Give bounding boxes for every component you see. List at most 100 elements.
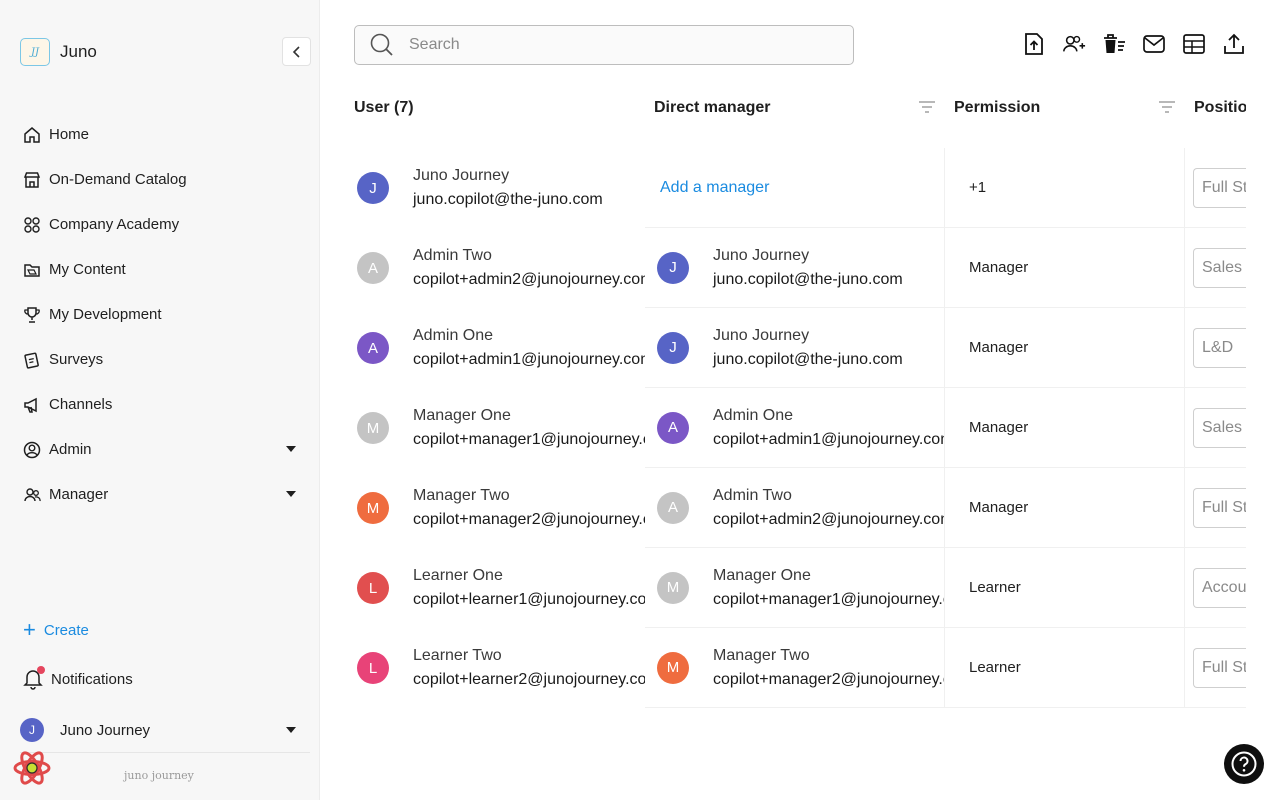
direct-manager-cell[interactable]: J Juno Journey juno.copilot@the-juno.com (645, 308, 945, 388)
create-button[interactable]: + Create (23, 617, 89, 642)
person-email: copilot+learner2@junojourney.com (413, 671, 645, 688)
sidebar-item-label: Home (49, 126, 90, 143)
user-cell[interactable]: A Admin Two copilot+admin2@junojourney.com (357, 228, 645, 308)
table-row[interactable]: M Manager One copilot+manager1@junojourney… (354, 388, 1246, 468)
table-row[interactable]: L Learner One copilot+learner1@junojourney… (354, 548, 1246, 628)
permission-value: Manager (969, 419, 1029, 436)
user-cell[interactable]: L Learner Two copilot+learner2@junojourney… (357, 628, 645, 708)
position-input[interactable]: Full Stack Developer (1193, 487, 1246, 528)
position-input[interactable]: Full Stack Developer (1193, 167, 1246, 208)
table-view-button[interactable] (1182, 31, 1206, 57)
upload-file-button[interactable] (1022, 31, 1046, 57)
permission-cell[interactable]: +1 (945, 148, 1185, 228)
avatar: L (357, 572, 389, 604)
expand-caret-icon[interactable] (286, 491, 296, 497)
user-cell[interactable]: A Admin One copilot+admin1@junojourney.com (357, 308, 645, 388)
sidebar-item-channels[interactable]: Channels (0, 382, 320, 427)
position-input[interactable]: Sales (1193, 247, 1246, 288)
avatar: M (657, 651, 689, 684)
sidebar-item-company-academy[interactable]: Company Academy (0, 202, 320, 247)
person-name: Juno Journey (413, 167, 510, 184)
react-devtools-icon[interactable] (12, 748, 52, 788)
permission-cell[interactable]: Learner (945, 628, 1185, 708)
permission-cell[interactable]: Manager (945, 228, 1185, 308)
permission-cell[interactable]: Learner (945, 548, 1185, 628)
sidebar-item-manager[interactable]: Manager (0, 472, 320, 517)
direct-manager-cell[interactable]: M Manager Two copilot+manager2@junojourney… (645, 628, 945, 708)
toolbar (1022, 31, 1246, 57)
position-cell: Full Stack Developer (1185, 148, 1246, 228)
avatar: J (357, 172, 389, 204)
sidebar-item-label: My Content (49, 261, 126, 278)
table-row[interactable]: A Admin One copilot+admin1@junojourney.com… (354, 308, 1246, 388)
position-input[interactable]: Account Manager (1193, 567, 1246, 608)
column-header-permission[interactable]: Permission (954, 88, 1040, 128)
survey-icon (24, 352, 39, 369)
direct-manager-cell[interactable]: J Juno Journey juno.copilot@the-juno.com (645, 228, 945, 308)
search-input[interactable] (409, 36, 829, 54)
person-name: Admin One (413, 327, 494, 344)
filter-icon[interactable] (1158, 100, 1176, 114)
person-info: Admin One copilot+admin1@junojourney.com (413, 324, 645, 372)
collapse-sidebar-button[interactable] (282, 37, 311, 66)
sidebar-item-my-development[interactable]: My Development (0, 292, 320, 337)
current-user-name: Juno Journey (60, 721, 151, 739)
permission-cell[interactable]: Manager (945, 308, 1185, 388)
filter-icon[interactable] (918, 100, 936, 114)
sidebar: JJ Juno Home On-Demand Catalog Company Aca… (0, 0, 320, 800)
direct-manager-cell[interactable]: A Admin One copilot+admin1@junojourney.com (645, 388, 945, 468)
search-icon (370, 33, 393, 56)
expand-caret-icon[interactable] (286, 446, 296, 452)
send-email-button[interactable] (1142, 31, 1166, 57)
permission-value: Learner (969, 579, 1021, 596)
table-row[interactable]: L Learner Two copilot+learner2@junojourney… (354, 628, 1246, 708)
trophy-icon (24, 306, 40, 323)
sidebar-item-surveys[interactable]: Surveys (0, 337, 320, 382)
sidebar-item-label: Channels (49, 396, 113, 413)
user-cell[interactable]: J Juno Journey juno.copilot@the-juno.com (357, 148, 645, 228)
direct-manager-cell[interactable]: M Manager One copilot+manager1@junojourney… (645, 548, 945, 628)
sidebar-item-admin[interactable]: Admin (0, 427, 320, 472)
column-header-user[interactable]: User (7) (354, 88, 414, 128)
user-menu-caret-icon[interactable] (286, 727, 296, 733)
user-cell[interactable]: L Learner One copilot+learner1@junojourney… (357, 548, 645, 628)
admin-icon (23, 441, 41, 458)
table-row[interactable]: A Admin Two copilot+admin2@junojourney.com… (354, 228, 1246, 308)
position-input[interactable]: L&D (1193, 327, 1246, 368)
add-users-button[interactable] (1062, 31, 1086, 57)
create-label: Create (43, 621, 89, 639)
person-email: copilot+learner1@junojourney.com (413, 591, 645, 608)
help-button[interactable] (1224, 744, 1264, 784)
person-email: copilot+admin2@junojourney.com (713, 510, 945, 528)
permission-cell[interactable]: Manager (945, 388, 1185, 468)
person-info: Manager Two copilot+manager2@junojourney.… (713, 644, 944, 692)
brand[interactable]: JJ Juno (20, 38, 97, 66)
permission-cell[interactable]: Manager (945, 468, 1185, 548)
add-manager-link[interactable]: Add a manager (660, 179, 769, 197)
search-box[interactable] (354, 25, 854, 65)
sidebar-item-home[interactable]: Home (0, 112, 320, 157)
permission-value: Manager (969, 259, 1029, 276)
position-input[interactable]: Sales (1193, 407, 1246, 448)
sidebar-item-on-demand-catalog[interactable]: On-Demand Catalog (0, 157, 320, 202)
user-cell[interactable]: M Manager Two copilot+manager2@junojourney… (357, 468, 645, 548)
plus-icon: + (23, 617, 36, 642)
column-header-direct-manager[interactable]: Direct manager (654, 88, 771, 128)
notifications-button[interactable]: Notifications (23, 666, 133, 690)
direct-manager-cell[interactable]: A Admin Two copilot+admin2@junojourney.com (645, 468, 945, 548)
current-user-menu[interactable]: J Juno Journey (20, 718, 150, 742)
permission-value: Manager (969, 339, 1029, 356)
sidebar-item-my-content[interactable]: My Content (0, 247, 320, 292)
export-button[interactable] (1222, 31, 1246, 57)
user-cell[interactable]: M Manager One copilot+manager1@junojourney… (357, 388, 645, 468)
bulk-delete-button[interactable] (1102, 31, 1126, 57)
position-cell: L&D (1185, 308, 1246, 388)
permission-value: Learner (969, 659, 1021, 676)
person-name: Manager Two (713, 646, 810, 664)
table-row[interactable]: M Manager Two copilot+manager2@junojourney… (354, 468, 1246, 548)
position-input[interactable]: Full Stack Developer (1193, 647, 1246, 688)
folder-icon (24, 263, 40, 277)
position-cell: Full Stack Developer (1185, 628, 1246, 708)
table-row[interactable]: J Juno Journey juno.copilot@the-juno.com Ad… (354, 148, 1246, 228)
column-header-position[interactable]: Position (1194, 88, 1246, 128)
